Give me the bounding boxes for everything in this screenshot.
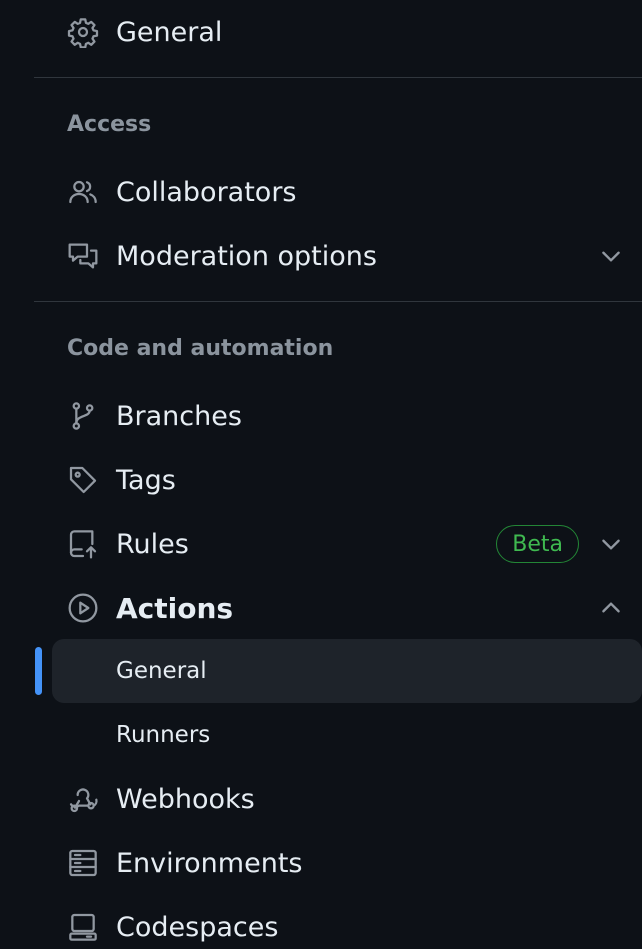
sidebar-item-label: Webhooks	[116, 783, 255, 815]
sidebar-subitem-actions-general[interactable]: General	[52, 639, 642, 703]
repo-push-icon	[66, 527, 100, 561]
section-heading-code-and-automation: Code and automation	[67, 336, 334, 361]
sidebar-item-label: Environments	[116, 847, 303, 879]
divider	[34, 301, 642, 302]
comment-discussion-icon	[66, 239, 100, 273]
tag-icon	[66, 463, 100, 497]
divider	[34, 77, 642, 78]
git-branch-icon	[66, 399, 100, 433]
beta-badge: Beta	[496, 525, 579, 563]
sidebar-item-webhooks[interactable]: Webhooks	[52, 767, 642, 831]
sidebar-item-label: Codespaces	[116, 911, 279, 943]
sidebar-item-moderation-options[interactable]: Moderation options	[52, 224, 642, 288]
sidebar-item-environments[interactable]: Environments	[52, 831, 642, 895]
server-icon	[66, 846, 100, 880]
sidebar-item-collaborators[interactable]: Collaborators	[52, 160, 642, 224]
chevron-down-icon[interactable]	[598, 243, 624, 269]
sidebar-item-label: Runners	[116, 722, 211, 748]
sidebar-item-label: General	[116, 16, 223, 48]
sidebar-item-actions[interactable]: Actions	[52, 576, 642, 640]
settings-sidebar: General Access Collaborators Moderation …	[0, 0, 642, 949]
sidebar-item-label: Rules	[116, 528, 189, 560]
active-indicator	[35, 647, 42, 695]
sidebar-item-rules[interactable]: Rules Beta	[52, 512, 642, 576]
section-heading-access: Access	[67, 112, 152, 137]
play-icon	[66, 591, 100, 625]
sidebar-item-label: General	[116, 658, 207, 684]
sidebar-item-branches[interactable]: Branches	[52, 384, 642, 448]
sidebar-item-codespaces[interactable]: Codespaces	[52, 895, 642, 949]
sidebar-item-label: Collaborators	[116, 176, 297, 208]
chevron-up-icon[interactable]	[598, 595, 624, 621]
people-icon	[66, 175, 100, 209]
sidebar-item-label: Actions	[116, 591, 234, 625]
sidebar-item-label: Branches	[116, 400, 242, 432]
chevron-down-icon[interactable]	[598, 531, 624, 557]
webhook-icon	[66, 782, 100, 816]
sidebar-subitem-actions-runners[interactable]: Runners	[52, 703, 642, 767]
sidebar-item-label: Moderation options	[116, 240, 377, 272]
gear-icon	[66, 15, 100, 49]
codespaces-icon	[66, 910, 100, 944]
sidebar-item-label: Tags	[116, 464, 176, 496]
sidebar-item-tags[interactable]: Tags	[52, 448, 642, 512]
sidebar-item-general[interactable]: General	[52, 0, 642, 64]
